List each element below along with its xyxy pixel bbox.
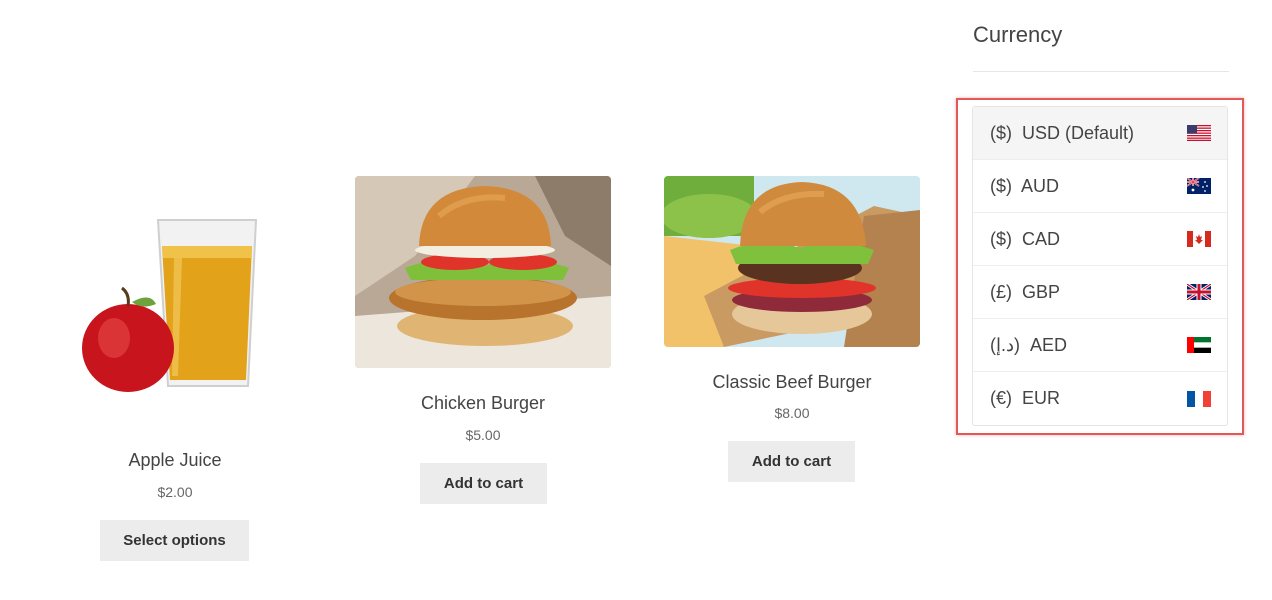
currency-option-cad[interactable]: ($) CAD xyxy=(973,213,1227,266)
select-options-button[interactable]: Select options xyxy=(100,520,249,561)
product-name[interactable]: Apple Juice xyxy=(50,450,300,471)
product-card-apple-juice: Apple Juice $2.00 Select options xyxy=(50,190,300,570)
fr-flag-icon xyxy=(1187,390,1211,407)
product-image-classic-beef-burger[interactable] xyxy=(664,176,920,347)
currency-label: ($) USD (Default) xyxy=(990,122,1135,143)
us-flag-icon xyxy=(1187,125,1211,141)
ca-flag-icon xyxy=(1187,231,1211,247)
product-price: $5.00 xyxy=(465,427,501,443)
product-name[interactable]: Chicken Burger xyxy=(355,393,611,414)
gb-flag-icon xyxy=(1187,284,1211,300)
ae-flag-icon xyxy=(1187,337,1211,353)
divider xyxy=(973,71,1229,72)
add-to-cart-button[interactable]: Add to cart xyxy=(728,441,855,482)
product-price: $2.00 xyxy=(157,484,193,500)
currency-label: ($) CAD xyxy=(990,228,1061,249)
add-to-cart-button[interactable]: Add to cart xyxy=(420,463,547,504)
beef-burger-image xyxy=(664,176,920,347)
currency-label: ($) AUD xyxy=(990,175,1060,196)
currency-label: (€) EUR xyxy=(990,388,1061,408)
currency-option-eur[interactable]: (€) EUR xyxy=(973,372,1227,425)
chicken-burger-image xyxy=(355,176,611,368)
au-flag-icon xyxy=(1187,178,1211,194)
product-card-classic-beef-burger: Classic Beef Burger $8.00 Add to cart xyxy=(664,176,920,486)
currency-option-aud[interactable]: ($) AUD xyxy=(973,160,1227,213)
currency-switcher-list: ($) USD (Default) ($) AUD ($) CAD (£) GB… xyxy=(972,106,1228,426)
product-name[interactable]: Classic Beef Burger xyxy=(664,372,920,393)
product-card-chicken-burger: Chicken Burger $5.00 Add to cart xyxy=(355,176,611,506)
product-price: $8.00 xyxy=(774,405,810,421)
currency-widget-title: Currency xyxy=(973,22,1063,47)
product-image-apple-juice[interactable] xyxy=(70,198,264,398)
currency-label: (د.إ) AED xyxy=(990,334,1068,355)
product-image-chicken-burger[interactable] xyxy=(355,176,611,368)
currency-option-aed[interactable]: (د.إ) AED xyxy=(973,319,1227,372)
currency-option-gbp[interactable]: (£) GBP xyxy=(973,266,1227,319)
currency-option-usd[interactable]: ($) USD (Default) xyxy=(973,107,1227,160)
currency-label: (£) GBP xyxy=(990,281,1061,302)
apple-juice-image xyxy=(70,198,264,398)
